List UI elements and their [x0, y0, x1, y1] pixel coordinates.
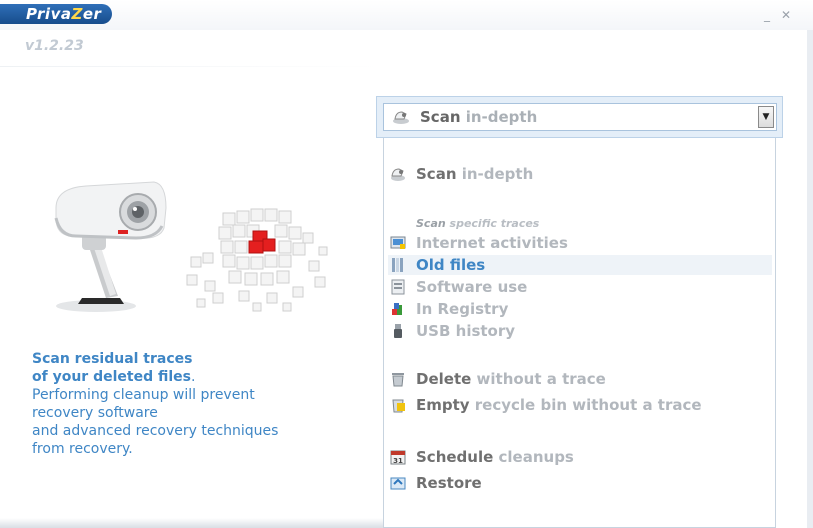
menu-item-scan-indepth[interactable]: Scan in-depth	[388, 164, 772, 184]
scan-icon	[393, 111, 409, 124]
menu-item-delete-without-trace[interactable]: Delete without a trace	[388, 369, 772, 389]
recycle-bin-icon	[392, 399, 405, 413]
window-bottom-edge	[0, 518, 383, 528]
internet-icon	[390, 236, 406, 249]
menu-item-usb-history[interactable]: USB history	[388, 321, 772, 341]
svg-text:31: 31	[393, 457, 403, 465]
usb-icon	[394, 324, 402, 338]
calendar-icon: 31	[390, 450, 406, 465]
menu-item-empty-recycle-bin[interactable]: Empty recycle bin without a trace	[388, 395, 772, 415]
menu-item-internet-activities[interactable]: Internet activities	[388, 233, 772, 253]
description-heading: Scan residual traces of your deleted fil…	[32, 351, 196, 385]
privazer-logo: PrivaZer	[0, 4, 112, 24]
trash-icon	[392, 373, 404, 387]
cube-illustration-icon	[186, 208, 328, 312]
description-body: Performing cleanup will prevent recovery…	[32, 387, 279, 457]
menu-item-in-registry[interactable]: In Registry	[388, 299, 772, 319]
scan-type-menu: Scan in-depth Scan specific traces Inter…	[383, 138, 776, 528]
restore-icon	[390, 477, 406, 490]
version-label: v1.2.23	[25, 38, 84, 54]
scan-type-dropdown[interactable]: Scan in-depth ▼	[376, 96, 783, 138]
chevron-down-icon[interactable]: ▼	[758, 106, 774, 128]
scan-icon	[391, 168, 405, 181]
menu-item-old-files[interactable]: Old files	[388, 255, 772, 275]
close-button[interactable]: ✕	[779, 8, 793, 22]
old-files-icon	[392, 258, 403, 272]
feature-description: Scan residual traces of your deleted fil…	[32, 350, 352, 458]
security-camera-icon	[54, 181, 167, 312]
section-scan-specific-traces: Scan specific traces	[416, 217, 540, 230]
menu-item-schedule-cleanups[interactable]: 31 Schedule cleanups	[388, 447, 772, 467]
title-bar: PrivaZer _ ✕	[0, 0, 813, 30]
software-icon	[391, 279, 405, 295]
app-window: PrivaZer _ ✕ v1.2.23 Scan residual trace…	[0, 0, 813, 528]
selected-scan-type: Scan in-depth	[420, 108, 538, 126]
registry-icon	[392, 303, 402, 315]
menu-item-software-use[interactable]: Software use	[388, 277, 772, 297]
menu-item-restore[interactable]: Restore	[388, 473, 772, 493]
scan-type-select[interactable]: Scan in-depth ▼	[383, 103, 777, 131]
minimize-button[interactable]: _	[760, 8, 774, 22]
header-divider	[0, 66, 380, 67]
